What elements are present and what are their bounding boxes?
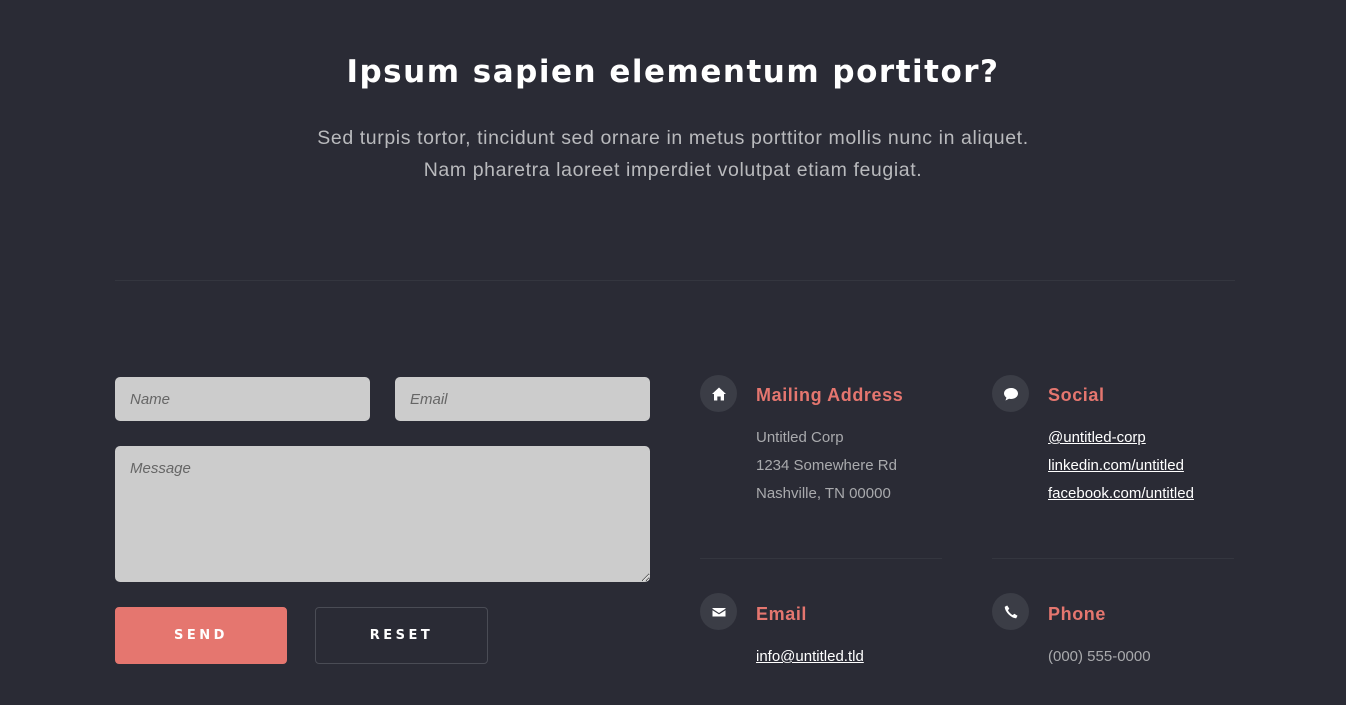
address-line: Untitled Corp	[756, 429, 844, 446]
social-title: Social	[1048, 385, 1105, 405]
email-link[interactable]: info@untitled.tld	[756, 643, 864, 671]
social-link-facebook[interactable]: facebook.com/untitled	[1048, 480, 1194, 508]
address-line: Nashville, TN 00000	[756, 485, 891, 502]
send-button[interactable]: SEND	[115, 607, 287, 664]
phone-icon	[992, 593, 1029, 630]
social-link-linkedin[interactable]: linkedin.com/untitled	[1048, 452, 1184, 480]
home-icon	[700, 375, 737, 412]
email-input[interactable]	[395, 377, 650, 421]
email-title: Email	[756, 604, 808, 624]
section-divider	[115, 280, 1235, 281]
phone-number: (000) 555-0000	[1048, 648, 1151, 665]
mailing-address-title: Mailing Address	[756, 385, 904, 405]
message-textarea[interactable]	[115, 446, 650, 582]
phone-title: Phone	[1048, 604, 1107, 624]
contact-divider	[992, 558, 1234, 559]
social-link-handle[interactable]: @untitled-corp	[1048, 424, 1146, 452]
subtitle-line: Sed turpis tortor, tincidunt sed ornare …	[317, 127, 1029, 149]
chat-bubble-icon	[992, 375, 1029, 412]
name-input[interactable]	[115, 377, 370, 421]
address-line: 1234 Somewhere Rd	[756, 457, 897, 474]
page-title: Ipsum sapien elementum portitor?	[346, 54, 1000, 90]
subtitle-line: Nam pharetra laoreet imperdiet volutpat …	[423, 159, 923, 181]
envelope-icon	[700, 593, 737, 630]
page-subtitle: Sed turpis tortor, tincidunt sed ornare …	[0, 122, 1346, 186]
contact-divider	[700, 558, 942, 559]
reset-button[interactable]: RESET	[315, 607, 488, 664]
